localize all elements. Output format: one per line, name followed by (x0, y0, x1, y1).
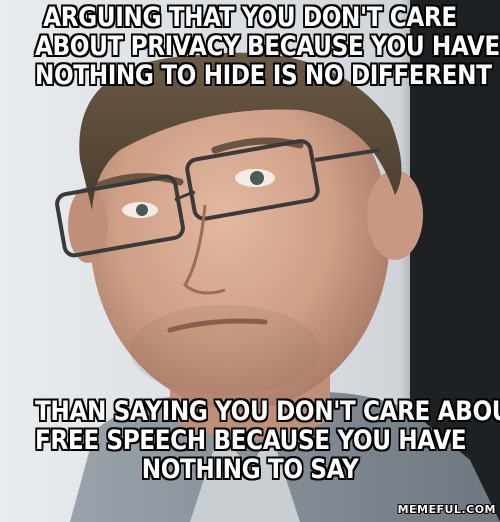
bottom-caption: THAN SAYING YOU DON'T CARE ABOUT FREE SP… (35, 396, 500, 485)
watermark: MEMEFUL.COM (397, 503, 496, 516)
bottom-caption-line: FREE SPEECH BECAUSE YOU HAVE (35, 425, 467, 456)
bottom-caption-line: NOTHING TO SAY (141, 454, 359, 485)
top-caption-line: NOTHING TO HIDE IS NO DIFFERENT (35, 60, 492, 91)
top-caption-line: ARGUING THAT YOU DON'T CARE (43, 2, 457, 33)
top-caption: ARGUING THAT YOU DON'T CARE ABOUT PRIVAC… (35, 2, 500, 91)
meme-image: ARGUING THAT YOU DON'T CARE ABOUT PRIVAC… (0, 0, 500, 522)
bottom-caption-line: THAN SAYING YOU DON'T CARE ABOUT (35, 396, 500, 427)
top-caption-line: ABOUT PRIVACY BECAUSE YOU HAVE (35, 31, 500, 62)
